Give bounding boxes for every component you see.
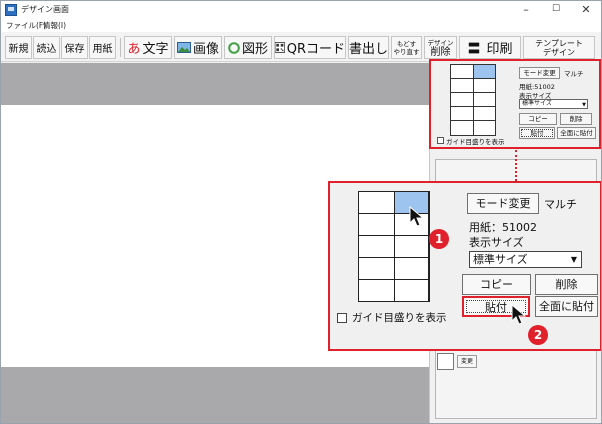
display-size-select-small[interactable]: 標準サイズ ▼: [519, 99, 588, 109]
paste-all-button-small[interactable]: 全面に貼付: [557, 127, 596, 139]
toolbar: 新規 読込 保存 用紙 あ 文字 画像 図形 QRコード 書出し もどす やり直…: [1, 32, 601, 62]
layout-panel-zoomed: モード変更 マルチ 用紙：51002 表示サイズ 標準サイズ ▼ コピー 削除 …: [328, 181, 601, 351]
image-icon: [176, 42, 191, 53]
grid-cell[interactable]: [359, 236, 395, 258]
label-layout-grid-small[interactable]: [450, 64, 496, 136]
layout-panel-small: モード変更 マルチ 用紙:51002 表示サイズ 標準サイズ ▼ コピー 削除 …: [429, 59, 601, 149]
copy-button[interactable]: コピー: [462, 274, 531, 295]
shape-button[interactable]: 図形: [224, 36, 272, 59]
paper-button[interactable]: 用紙: [89, 36, 116, 59]
grid-cell[interactable]: [474, 79, 496, 93]
mode-change-button[interactable]: モード変更: [467, 193, 539, 214]
export-button[interactable]: 書出し: [348, 36, 389, 59]
step-marker-1: 1: [429, 229, 449, 249]
mode-label: マルチ: [544, 198, 577, 211]
dropdown-arrow-icon: ▼: [570, 255, 577, 264]
design-delete-button[interactable]: デザイン 削除: [424, 36, 457, 59]
menu-info[interactable]: 情報(I): [43, 20, 66, 31]
close-button[interactable]: ✕: [571, 2, 601, 18]
grid-cell[interactable]: [451, 93, 474, 107]
grid-cell[interactable]: [359, 192, 395, 214]
template-line2: デザイン: [543, 47, 575, 57]
text-icon: あ: [127, 42, 141, 57]
display-size-label: 表示サイズ: [469, 236, 524, 249]
grid-cell[interactable]: [451, 121, 474, 135]
toolbar-separator: [120, 38, 121, 57]
copy-button-small[interactable]: コピー: [519, 113, 557, 125]
qr-code-icon: [275, 42, 285, 53]
image-button-label: 画像: [192, 42, 219, 57]
design-delete-line2: 削除: [430, 46, 451, 58]
grid-cell[interactable]: [395, 236, 429, 258]
swatch-change-button[interactable]: 変更: [457, 355, 477, 368]
maximize-button[interactable]: ☐: [541, 2, 571, 18]
text-button-label: 文字: [142, 42, 169, 57]
circle-shape-icon: [228, 41, 240, 54]
display-size-value-small: 標準サイズ: [522, 100, 552, 107]
text-button[interactable]: あ 文字: [124, 36, 172, 59]
color-swatch[interactable]: [437, 353, 454, 370]
guide-label: ガイド目盛りを表示: [352, 312, 447, 324]
printer-icon: 〓: [467, 42, 481, 57]
grid-cell[interactable]: [474, 121, 496, 135]
grid-cell[interactable]: [474, 107, 496, 121]
guide-label-small: ガイド目盛りを表示: [446, 138, 505, 146]
window-title: デザイン画面: [21, 5, 69, 14]
save-button[interactable]: 保存: [61, 36, 88, 59]
grid-cell-selected[interactable]: [474, 65, 496, 79]
print-button[interactable]: 〓 印刷: [459, 36, 521, 59]
mouse-cursor-icon: [511, 304, 527, 325]
mode-label-small: マルチ: [564, 70, 584, 78]
display-size-select[interactable]: 標準サイズ ▼: [469, 251, 582, 268]
undo-label: もどす: [396, 39, 417, 48]
grid-cell[interactable]: [359, 258, 395, 280]
title-bar: デザイン画面 – ☐ ✕: [1, 1, 601, 19]
undo-redo-button[interactable]: もどす やり直す: [391, 36, 422, 59]
mouse-cursor-icon: [409, 206, 425, 227]
shape-button-label: 図形: [241, 42, 268, 57]
image-button[interactable]: 画像: [174, 36, 222, 59]
guide-checkbox[interactable]: [337, 313, 347, 323]
delete-button[interactable]: 削除: [535, 274, 598, 295]
new-button[interactable]: 新規: [5, 36, 32, 59]
print-button-label: 印刷: [486, 42, 513, 57]
callout-connector: [515, 150, 517, 181]
grid-cell[interactable]: [451, 107, 474, 121]
grid-cell[interactable]: [359, 214, 395, 236]
grid-cell[interactable]: [451, 79, 474, 93]
menu-bar: ファイル(F) 情報(I): [1, 19, 601, 32]
guide-checkbox-small[interactable]: [437, 137, 444, 144]
template-line1: テンプレート: [535, 38, 583, 48]
paper-code: 用紙：51002: [469, 221, 537, 234]
app-icon: [5, 4, 17, 16]
paste-all-button[interactable]: 全面に貼付: [535, 296, 598, 317]
grid-cell[interactable]: [451, 65, 474, 79]
qr-code-button[interactable]: QRコード: [274, 36, 346, 59]
redo-label: やり直す: [393, 47, 420, 56]
load-button[interactable]: 読込: [33, 36, 60, 59]
grid-cell[interactable]: [474, 93, 496, 107]
minimize-button[interactable]: –: [511, 2, 541, 18]
dropdown-arrow-icon: ▼: [582, 102, 586, 108]
display-size-value: 標準サイズ: [473, 253, 528, 266]
grid-cell[interactable]: [359, 280, 395, 301]
qr-code-button-label: QRコード: [286, 42, 345, 57]
delete-button-small[interactable]: 削除: [560, 113, 592, 125]
template-design-button[interactable]: テンプレート デザイン: [523, 36, 595, 59]
paste-button-small[interactable]: 貼付: [519, 127, 555, 139]
menu-file[interactable]: ファイル(F): [6, 20, 46, 31]
grid-cell[interactable]: [395, 280, 429, 301]
mode-change-button-small[interactable]: モード変更: [519, 67, 560, 79]
app-window: デザイン画面 – ☐ ✕ ファイル(F) 情報(I) 新規 読込 保存 用紙 あ…: [0, 0, 602, 424]
grid-cell[interactable]: [395, 258, 429, 280]
step-marker-2: 2: [528, 325, 548, 345]
